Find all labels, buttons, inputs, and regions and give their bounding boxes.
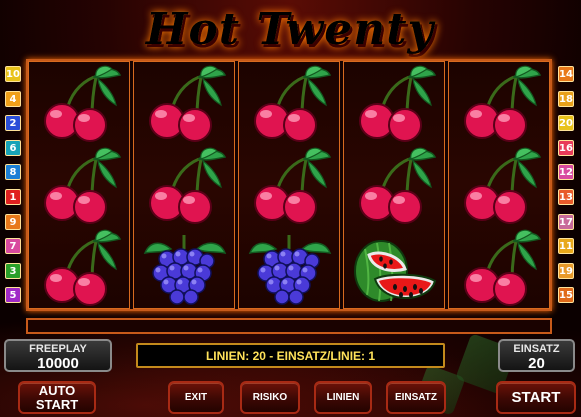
autostart-button[interactable]: AUTO START: [18, 381, 96, 414]
payline-indicator: 7: [5, 238, 21, 255]
payline-indicator: 9: [5, 213, 21, 230]
bet-info-display: LINIEN: 20 - EINSATZ/LINIE: 1: [136, 343, 445, 368]
linien-label: LINIEN: [326, 391, 360, 403]
cherry-symbol: [29, 145, 129, 227]
payline-indicator: 18: [558, 90, 574, 107]
payline-indicator: 11: [558, 238, 574, 255]
cherry-symbol: [449, 63, 549, 145]
watermelon-symbol: [344, 227, 444, 309]
cherry-symbol: [239, 63, 339, 145]
payline-indicator: 14: [558, 66, 574, 82]
payline-indicator: 2: [5, 115, 21, 132]
game-screen: Hot Twenty 10 4 2 6 8 1 9 7 3 5 14 18 20 16 12 13 17 11 1…: [0, 0, 581, 417]
win-line-bar: [26, 318, 552, 334]
reel-5: [448, 61, 550, 309]
cherry-symbol: [344, 145, 444, 227]
cherry-symbol: [344, 63, 444, 145]
freeplay-panel: FREEPLAY 10000: [4, 339, 112, 372]
reel-1: [28, 61, 130, 309]
payline-indicator: 8: [5, 164, 21, 181]
freeplay-value: 10000: [37, 355, 79, 372]
exit-button[interactable]: EXIT: [168, 381, 224, 414]
payline-indicator: 10: [5, 66, 21, 82]
cherry-symbol: [449, 227, 549, 309]
einsatz-panel: EINSATZ 20: [498, 339, 575, 372]
einsatz-label: EINSATZ: [513, 343, 560, 355]
payline-indicator: 5: [5, 287, 21, 304]
payline-indicator: 1: [5, 189, 21, 205]
game-logo: Hot Twenty: [140, 0, 440, 58]
payline-indicator: 12: [558, 164, 574, 181]
linien-button[interactable]: LINIEN: [314, 381, 372, 414]
einsatz-button-label: EINSATZ: [394, 391, 438, 403]
cherry-symbol: [449, 145, 549, 227]
cherry-symbol: [134, 63, 234, 145]
start-label: START: [511, 388, 561, 406]
einsatz-button[interactable]: EINSATZ: [386, 381, 446, 414]
cherry-symbol: [29, 63, 129, 145]
payline-indicator: 15: [558, 287, 574, 304]
autostart-label: AUTO START: [35, 382, 79, 412]
freeplay-label: FREEPLAY: [29, 343, 87, 355]
cherry-symbol: [29, 227, 129, 309]
payline-indicator: 16: [558, 139, 574, 156]
payline-indicator: 13: [558, 189, 574, 205]
grapes-symbol: [239, 227, 339, 309]
payline-indicator: 3: [5, 262, 21, 279]
reel-area: [26, 59, 552, 311]
exit-label: EXIT: [184, 391, 208, 403]
risiko-button[interactable]: RISIKO: [240, 381, 300, 414]
payline-indicator: 19: [558, 262, 574, 279]
reel-3: [238, 61, 340, 309]
payline-indicator: 20: [558, 115, 574, 132]
grapes-symbol: [134, 227, 234, 309]
reel-4: [343, 61, 445, 309]
payline-indicator: 4: [5, 90, 21, 107]
cherry-symbol: [134, 145, 234, 227]
cherry-symbol: [239, 145, 339, 227]
reel-2: [133, 61, 235, 309]
payline-indicator: 17: [558, 213, 574, 230]
start-button[interactable]: START: [496, 381, 576, 414]
payline-indicator: 6: [5, 139, 21, 156]
risiko-label: RISIKO: [252, 391, 288, 403]
einsatz-value: 20: [528, 355, 545, 372]
